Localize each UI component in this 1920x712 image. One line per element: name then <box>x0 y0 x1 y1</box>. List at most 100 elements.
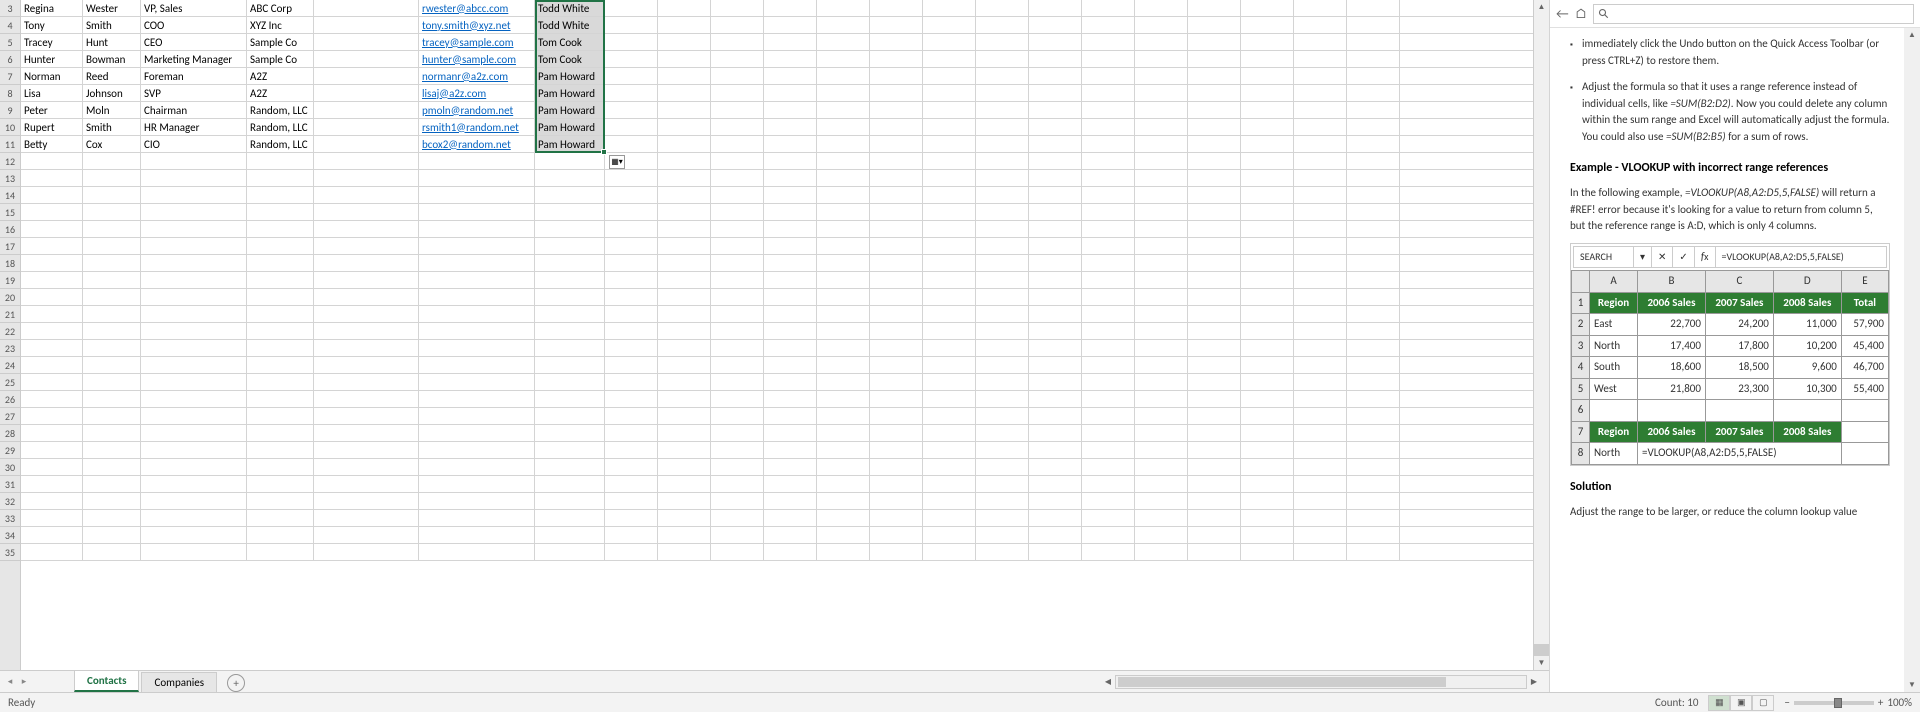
cell[interactable] <box>247 476 314 492</box>
cell[interactable] <box>605 357 658 373</box>
cell[interactable] <box>658 425 711 441</box>
cell[interactable] <box>923 493 976 509</box>
cell[interactable] <box>605 187 658 203</box>
cell[interactable] <box>419 323 535 339</box>
cell[interactable] <box>976 357 1029 373</box>
cell[interactable] <box>1082 374 1135 390</box>
cell[interactable] <box>764 493 817 509</box>
cell[interactable] <box>923 204 976 220</box>
cell[interactable] <box>658 119 711 135</box>
cell[interactable] <box>21 510 83 526</box>
cell[interactable] <box>923 442 976 458</box>
cell[interactable] <box>1347 85 1400 101</box>
cell[interactable] <box>605 459 658 475</box>
email-link[interactable]: normanr@a2z.com <box>422 70 508 83</box>
cell[interactable] <box>1188 289 1241 305</box>
cell[interactable] <box>711 289 764 305</box>
cell[interactable] <box>976 306 1029 322</box>
cell[interactable] <box>658 510 711 526</box>
cell[interactable] <box>1241 17 1294 33</box>
cell[interactable] <box>870 119 923 135</box>
cell[interactable] <box>21 204 83 220</box>
cell[interactable] <box>1029 476 1082 492</box>
row-header[interactable]: 12 <box>0 153 20 170</box>
view-normal-button[interactable]: ▦ <box>1708 695 1730 711</box>
cell[interactable] <box>141 221 247 237</box>
cell[interactable]: Bowman <box>83 51 141 67</box>
cell[interactable] <box>314 442 419 458</box>
cell[interactable] <box>1082 17 1135 33</box>
cell[interactable] <box>870 510 923 526</box>
cell[interactable] <box>21 476 83 492</box>
cell[interactable] <box>21 187 83 203</box>
row-header[interactable]: 8 <box>0 85 20 102</box>
cell[interactable] <box>870 459 923 475</box>
help-scroll-down-icon[interactable]: ▼ <box>1904 678 1920 692</box>
cell[interactable]: CEO <box>141 34 247 50</box>
cell[interactable] <box>141 357 247 373</box>
email-link[interactable]: lisaj@a2z.com <box>422 87 486 100</box>
cell[interactable] <box>764 544 817 560</box>
cell[interactable] <box>711 340 764 356</box>
cell[interactable] <box>605 238 658 254</box>
cell[interactable] <box>1294 289 1347 305</box>
cell[interactable]: Reed <box>83 68 141 84</box>
cell[interactable]: ABC Corp <box>247 0 314 16</box>
cell[interactable] <box>535 289 605 305</box>
cell[interactable] <box>817 204 870 220</box>
cell[interactable] <box>817 391 870 407</box>
cell[interactable] <box>817 187 870 203</box>
cell[interactable] <box>923 391 976 407</box>
cell[interactable] <box>1347 136 1400 152</box>
row-header[interactable]: 14 <box>0 187 20 204</box>
cell[interactable] <box>976 544 1029 560</box>
cell[interactable] <box>1029 408 1082 424</box>
cell[interactable] <box>419 544 535 560</box>
cell[interactable] <box>419 357 535 373</box>
cell[interactable] <box>1347 221 1400 237</box>
cell[interactable] <box>1082 476 1135 492</box>
cell[interactable] <box>1029 527 1082 543</box>
cell[interactable] <box>1188 85 1241 101</box>
cell[interactable] <box>1029 102 1082 118</box>
cell[interactable] <box>976 374 1029 390</box>
cell[interactable] <box>1029 510 1082 526</box>
cell[interactable] <box>1082 510 1135 526</box>
cell[interactable] <box>976 68 1029 84</box>
cell[interactable] <box>817 357 870 373</box>
cell[interactable] <box>1294 476 1347 492</box>
cell[interactable]: CIO <box>141 136 247 152</box>
cell[interactable] <box>817 153 870 169</box>
cell[interactable] <box>1294 238 1347 254</box>
cell[interactable] <box>711 527 764 543</box>
cell[interactable] <box>314 408 419 424</box>
cell[interactable] <box>711 442 764 458</box>
cell[interactable] <box>1347 255 1400 271</box>
cell[interactable] <box>1029 306 1082 322</box>
cell[interactable]: Norman <box>21 68 83 84</box>
cell[interactable] <box>1347 408 1400 424</box>
cell[interactable] <box>1135 306 1188 322</box>
cell[interactable] <box>419 272 535 288</box>
cell[interactable] <box>1241 476 1294 492</box>
cell[interactable] <box>1188 68 1241 84</box>
cell[interactable] <box>658 221 711 237</box>
cell[interactable] <box>83 476 141 492</box>
cell[interactable] <box>21 527 83 543</box>
cell[interactable] <box>1294 221 1347 237</box>
cell[interactable] <box>21 340 83 356</box>
cell[interactable] <box>658 374 711 390</box>
cell[interactable] <box>605 0 658 16</box>
cell[interactable] <box>1082 255 1135 271</box>
cell[interactable] <box>535 221 605 237</box>
cell[interactable] <box>1082 527 1135 543</box>
cell[interactable] <box>605 391 658 407</box>
cell[interactable] <box>658 255 711 271</box>
cell[interactable] <box>83 510 141 526</box>
cell[interactable] <box>923 272 976 288</box>
cell[interactable] <box>535 170 605 186</box>
cell[interactable] <box>1347 442 1400 458</box>
cell[interactable] <box>1029 85 1082 101</box>
cell[interactable] <box>1135 170 1188 186</box>
cell[interactable] <box>419 476 535 492</box>
